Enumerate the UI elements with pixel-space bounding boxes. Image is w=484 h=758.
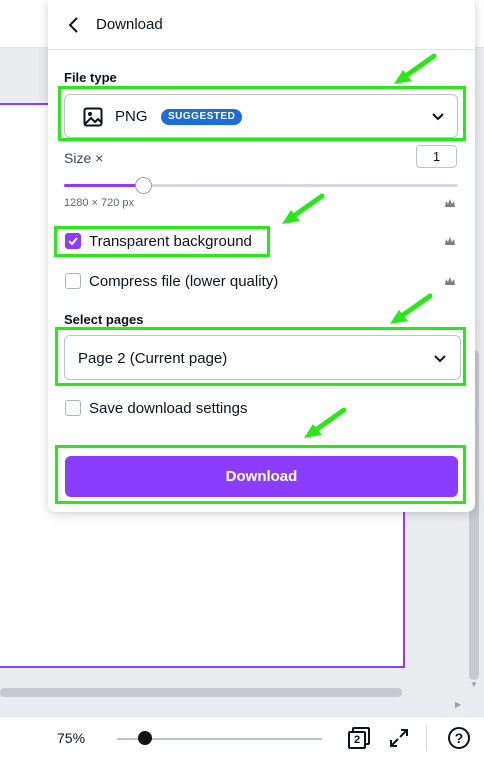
chevron-left-icon <box>68 17 78 33</box>
arrow-annotation-icon <box>390 293 433 324</box>
compress-file-checkbox[interactable] <box>65 273 81 289</box>
page-count: 2 <box>348 731 366 749</box>
size-label: Size × <box>64 150 104 166</box>
crown-icon <box>445 277 455 285</box>
arrow-annotation-icon <box>282 193 325 224</box>
transparent-background-highlight <box>54 226 270 257</box>
save-settings-label: Save download settings <box>89 400 248 417</box>
zoom-slider-thumb[interactable] <box>138 731 152 745</box>
dimensions-text: 1280 × 720 px <box>64 197 135 209</box>
fullscreen-button[interactable] <box>388 727 410 749</box>
back-button[interactable] <box>64 15 84 35</box>
save-settings-checkbox[interactable] <box>65 400 81 416</box>
bottom-toolbar: 75% 2 ? <box>0 716 484 758</box>
size-slider-fill <box>64 184 144 187</box>
download-button-highlight <box>55 445 466 504</box>
select-pages-label: Select pages <box>64 312 144 327</box>
select-pages-highlight <box>55 327 466 386</box>
scroll-right-arrow-icon[interactable]: ▶ <box>455 700 461 709</box>
crown-icon <box>445 237 455 245</box>
fullscreen-icon <box>390 729 408 747</box>
horizontal-scrollbar[interactable] <box>0 688 402 697</box>
arrow-annotation-icon <box>394 53 437 84</box>
panel-header: Download <box>48 0 475 50</box>
size-input[interactable]: 1 <box>416 145 457 168</box>
file-type-label: File type <box>64 70 117 85</box>
pages-button[interactable]: 2 <box>348 727 370 749</box>
panel-title: Download <box>96 16 163 33</box>
compress-file-label: Compress file (lower quality) <box>89 273 279 290</box>
help-button[interactable]: ? <box>448 727 470 749</box>
zoom-level: 75% <box>57 730 86 746</box>
scroll-down-arrow-icon[interactable]: ▼ <box>470 680 478 689</box>
crown-icon <box>445 199 455 207</box>
toolbar-divider <box>426 725 427 751</box>
file-type-highlight <box>58 86 466 141</box>
arrow-annotation-icon <box>304 407 347 438</box>
size-slider-thumb[interactable] <box>135 177 152 194</box>
